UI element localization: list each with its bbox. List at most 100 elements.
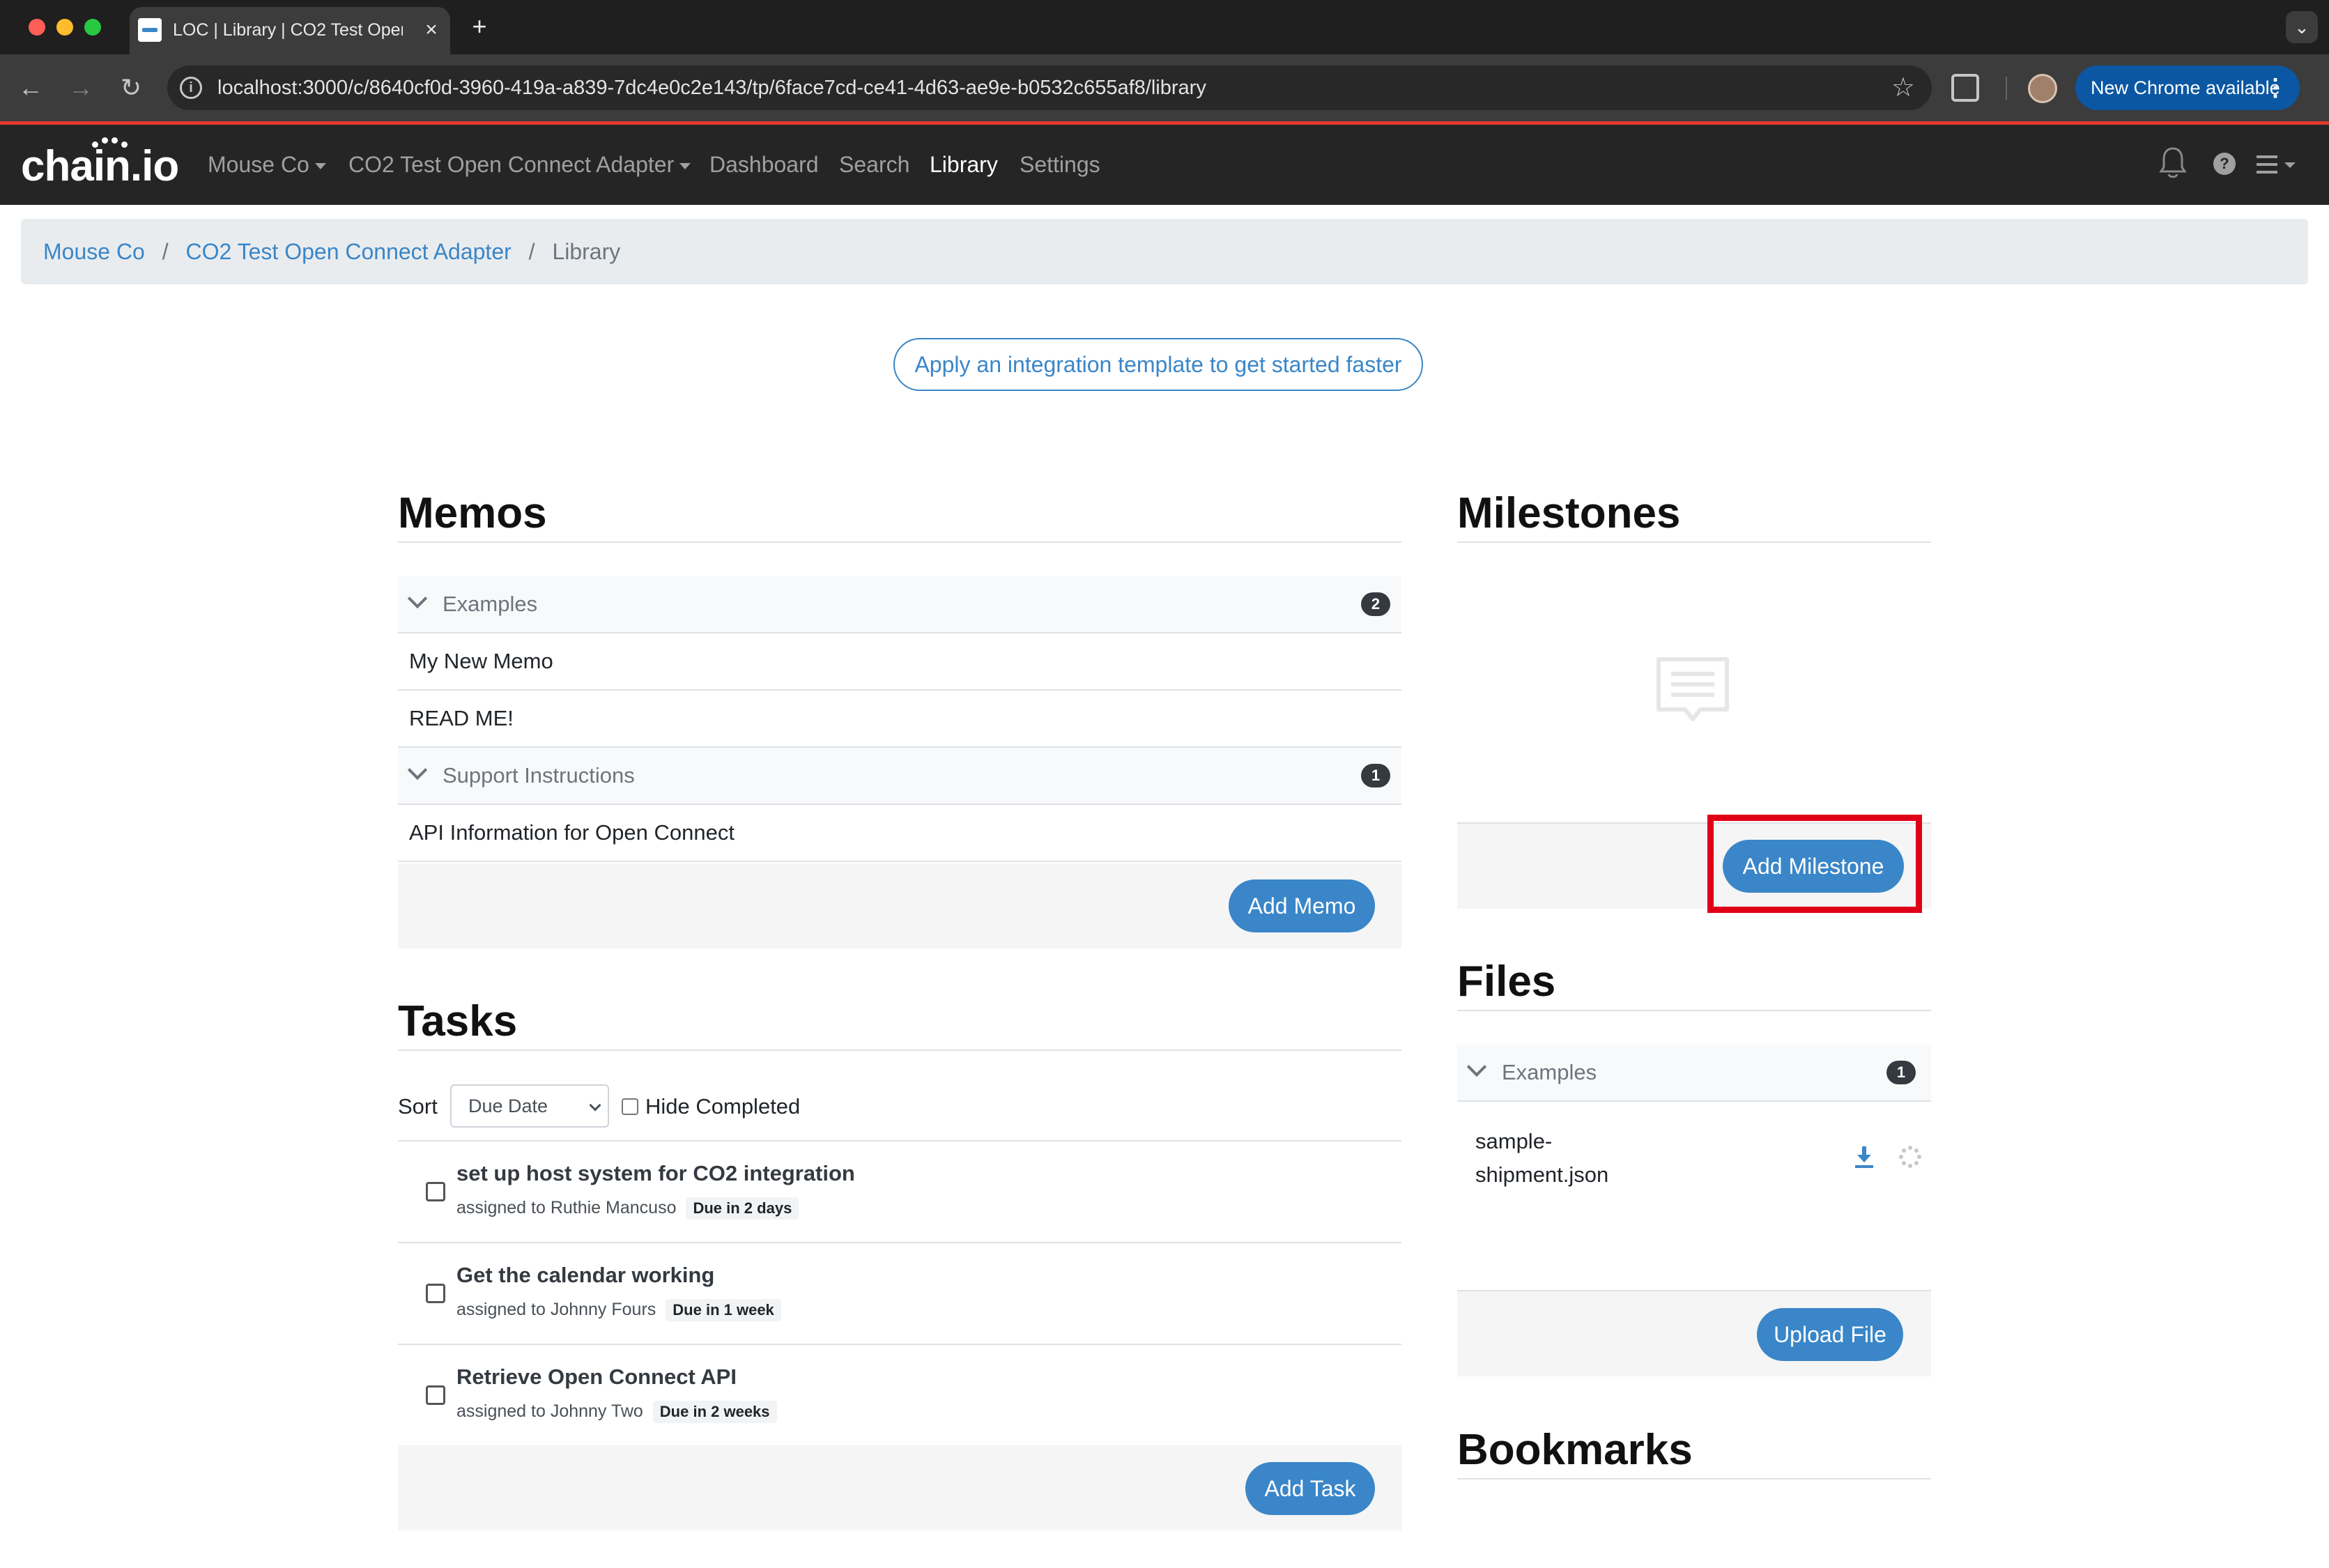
logo-dots	[49, 137, 132, 148]
reload-icon[interactable]: ↻	[114, 71, 148, 105]
breadcrumb-current: Library	[552, 239, 621, 264]
notifications-bell-icon[interactable]	[2159, 146, 2187, 180]
task-checkbox[interactable]	[426, 1284, 445, 1303]
task-assignment: assigned to Ruthie Mancuso Due in 2 days	[456, 1196, 799, 1220]
task-title[interactable]: Get the calendar working	[456, 1261, 714, 1289]
milestones-divider	[1457, 541, 1931, 543]
site-info-icon[interactable]: i	[180, 77, 202, 99]
nav-dashboard[interactable]: Dashboard	[709, 149, 819, 180]
tasks-divider	[398, 1050, 1401, 1051]
chevron-down-icon	[314, 163, 326, 170]
breadcrumb-company-link[interactable]: Mouse Co	[43, 239, 145, 264]
bookmark-star-icon[interactable]: ☆	[1891, 72, 1915, 103]
count-badge: 1	[1361, 764, 1390, 787]
memos-heading: Memos	[398, 489, 547, 537]
minimize-window-button[interactable]	[56, 19, 73, 36]
browser-tab[interactable]: LOC | Library | CO2 Test Open Connect Ad…	[130, 7, 450, 54]
toolbar-divider	[2006, 77, 2007, 100]
browser-tabstrip: LOC | Library | CO2 Test Open Connect Ad…	[0, 0, 2329, 54]
memo-item[interactable]: READ ME!	[398, 691, 1401, 748]
breadcrumb-separator: /	[162, 239, 169, 264]
add-task-button[interactable]: Add Task	[1245, 1462, 1375, 1515]
empty-comment-icon	[1657, 657, 1729, 721]
apply-template-button[interactable]: Apply an integration template to get sta…	[893, 338, 1423, 391]
task-checkbox[interactable]	[426, 1385, 445, 1405]
task-assignee: assigned to Johnny Fours	[456, 1300, 656, 1319]
new-tab-button[interactable]: +	[466, 13, 493, 40]
upload-file-button[interactable]: Upload File	[1757, 1308, 1903, 1361]
file-group-examples[interactable]: Examples 1	[1457, 1045, 1931, 1102]
help-icon[interactable]: ?	[2213, 153, 2236, 175]
task-assignment: assigned to Johnny Two Due in 2 weeks	[456, 1399, 777, 1423]
loading-spinner-icon	[1899, 1146, 1921, 1168]
chevron-down-icon	[679, 163, 691, 170]
count-badge: 2	[1361, 592, 1390, 616]
maximize-window-button[interactable]	[84, 19, 101, 36]
chevron-down-icon	[589, 1099, 601, 1112]
url-text[interactable]: localhost:3000/c/8640cf0d-3960-419a-a839…	[217, 66, 1206, 110]
files-divider	[1457, 1010, 1931, 1011]
task-assignee: assigned to Johnny Two	[456, 1401, 643, 1421]
task-row: Get the calendar working assigned to Joh…	[398, 1242, 1401, 1344]
company-label: Mouse Co	[208, 152, 309, 177]
address-bar[interactable]: i localhost:3000/c/8640cf0d-3960-419a-a8…	[167, 66, 1932, 110]
company-dropdown[interactable]: Mouse Co	[208, 149, 326, 180]
memo-group-support-instructions[interactable]: Support Instructions 1	[398, 748, 1401, 805]
nav-search[interactable]: Search	[839, 149, 909, 180]
nav-settings[interactable]: Settings	[1020, 149, 1100, 180]
due-badge: Due in 2 days	[686, 1197, 799, 1220]
task-checkbox[interactable]	[426, 1182, 445, 1201]
memos-divider	[398, 541, 1401, 543]
chrome-menu-icon[interactable]: ⋮	[2263, 66, 2287, 110]
close-window-button[interactable]	[29, 19, 45, 36]
memo-item[interactable]: API Information for Open Connect	[398, 805, 1401, 862]
new-chrome-label: New Chrome available	[2091, 77, 2280, 98]
file-name[interactable]: sample-shipment.json	[1475, 1125, 1684, 1192]
sort-select[interactable]: Due Date	[450, 1084, 609, 1128]
breadcrumb: Mouse Co / CO2 Test Open Connect Adapter…	[21, 219, 2308, 284]
task-title[interactable]: set up host system for CO2 integration	[456, 1160, 855, 1187]
bookmarks-divider	[1457, 1478, 1931, 1479]
logo-text: chain.io	[21, 142, 179, 190]
highlight-box	[1707, 815, 1922, 913]
group-label: Support Instructions	[443, 763, 635, 787]
chevron-down-icon	[407, 760, 428, 781]
sort-select-value: Due Date	[468, 1096, 548, 1116]
extensions-icon[interactable]	[1951, 74, 1979, 102]
memo-group-examples[interactable]: Examples 2	[398, 576, 1401, 633]
partner-dropdown[interactable]: CO2 Test Open Connect Adapter	[348, 149, 691, 180]
new-chrome-available-button[interactable]: New Chrome available ⋮	[2075, 66, 2300, 110]
back-arrow-icon[interactable]: ←	[14, 71, 47, 105]
hide-completed-label[interactable]: Hide Completed	[645, 1093, 800, 1121]
hamburger-menu-icon[interactable]	[2257, 154, 2300, 175]
due-badge: Due in 1 week	[666, 1299, 781, 1321]
tab-title: LOC | Library | CO2 Test Open Connect Ad…	[173, 20, 403, 40]
download-icon[interactable]	[1854, 1145, 1875, 1169]
partner-label: CO2 Test Open Connect Adapter	[348, 152, 675, 177]
group-label: Examples	[1502, 1060, 1597, 1084]
sort-label: Sort	[398, 1094, 438, 1119]
favicon-icon	[138, 18, 162, 42]
browser-toolbar: ← → ↻ i localhost:3000/c/8640cf0d-3960-4…	[0, 54, 2329, 121]
app-navbar: chain.io Mouse Co CO2 Test Open Connect …	[0, 125, 2329, 205]
tasks-heading: Tasks	[398, 997, 518, 1045]
breadcrumb-separator: /	[528, 239, 535, 264]
task-title[interactable]: Retrieve Open Connect API	[456, 1363, 737, 1391]
forward-arrow-icon[interactable]: →	[64, 71, 98, 105]
task-assignee: assigned to Ruthie Mancuso	[456, 1198, 677, 1217]
bookmarks-heading: Bookmarks	[1457, 1426, 1693, 1474]
add-memo-button[interactable]: Add Memo	[1229, 879, 1375, 932]
due-badge: Due in 2 weeks	[652, 1401, 777, 1423]
tab-close-icon[interactable]: ×	[420, 18, 443, 42]
tab-search-button[interactable]: ⌄	[2286, 11, 2318, 43]
task-assignment: assigned to Johnny Fours Due in 1 week	[456, 1298, 781, 1321]
group-label: Examples	[443, 592, 538, 616]
memo-item[interactable]: My New Memo	[398, 633, 1401, 691]
nav-library[interactable]: Library	[930, 149, 998, 180]
count-badge: 1	[1886, 1061, 1916, 1084]
chevron-down-icon	[407, 588, 428, 609]
task-row: set up host system for CO2 integration a…	[398, 1140, 1401, 1242]
profile-avatar[interactable]	[2028, 74, 2057, 103]
hide-completed-checkbox[interactable]	[622, 1098, 638, 1115]
breadcrumb-partner-link[interactable]: CO2 Test Open Connect Adapter	[186, 239, 512, 264]
